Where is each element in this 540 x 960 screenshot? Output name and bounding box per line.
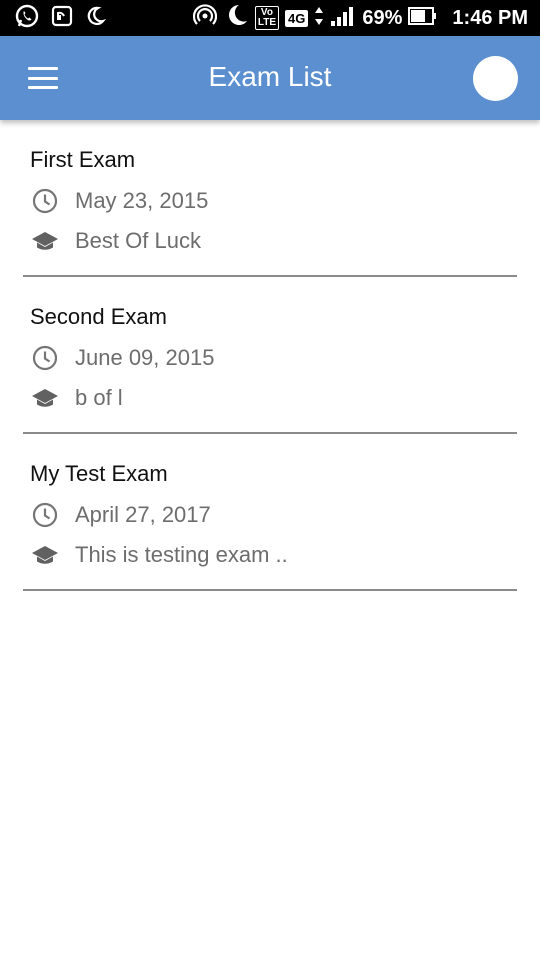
exam-note-row: b of l <box>30 383 123 413</box>
battery-icon <box>408 6 438 31</box>
clock-icon <box>30 343 60 373</box>
exam-date-row: May 23, 2015 <box>30 186 208 216</box>
avatar[interactable] <box>473 56 518 101</box>
volte-bottom-label: LTE <box>257 17 277 28</box>
clock-icon <box>30 500 60 530</box>
hotspot-icon <box>192 3 217 33</box>
clock-icon <box>30 186 60 216</box>
exam-list: First Exam May 23, 2015 Best Of Luck Sec… <box>0 120 540 591</box>
graduation-cap-icon <box>30 383 60 413</box>
exam-list-item[interactable]: My Test Exam April 27, 2017 This is test… <box>23 434 517 591</box>
graduation-cap-icon <box>30 540 60 570</box>
exam-title: First Exam <box>30 147 136 172</box>
exam-note-row: This is testing exam .. <box>30 540 288 570</box>
network-type-badge: 4G <box>285 9 309 27</box>
whatsapp-icon <box>14 3 40 34</box>
volte-badge: Vo LTE <box>254 6 280 30</box>
signal-icon <box>330 5 356 32</box>
exam-title: Second Exam <box>30 304 167 329</box>
exam-note: b of l <box>75 385 123 410</box>
exam-list-item[interactable]: First Exam May 23, 2015 Best Of Luck <box>23 120 517 277</box>
page-title: Exam List <box>208 61 332 92</box>
exam-note-row: Best Of Luck <box>30 226 201 256</box>
graduation-cap-icon <box>30 226 60 256</box>
exam-date: June 09, 2015 <box>75 345 215 370</box>
moon-icon <box>84 5 107 32</box>
app-bar: Exam List <box>0 36 540 120</box>
nfc-icon <box>50 4 74 33</box>
exam-date-row: April 27, 2017 <box>30 500 211 530</box>
exam-list-item[interactable]: Second Exam June 09, 2015 b of l <box>23 277 517 434</box>
exam-note: Best Of Luck <box>75 228 201 253</box>
clock-time: 1:46 PM <box>452 6 528 29</box>
exam-date: May 23, 2015 <box>75 188 209 213</box>
status-bar: Vo LTE 4G 69% 1:46 PM <box>0 0 540 36</box>
battery-percent: 69% <box>362 6 403 29</box>
status-bar-left <box>14 3 107 34</box>
exam-date: April 27, 2017 <box>75 502 211 527</box>
status-bar-right: Vo LTE 4G 69% 1:46 PM <box>192 3 528 34</box>
do-not-disturb-moon-icon <box>223 3 249 34</box>
data-arrows-icon <box>314 6 324 31</box>
exam-date-row: June 09, 2015 <box>30 343 214 373</box>
exam-note: This is testing exam .. <box>75 542 288 567</box>
exam-title: My Test Exam <box>30 461 168 486</box>
